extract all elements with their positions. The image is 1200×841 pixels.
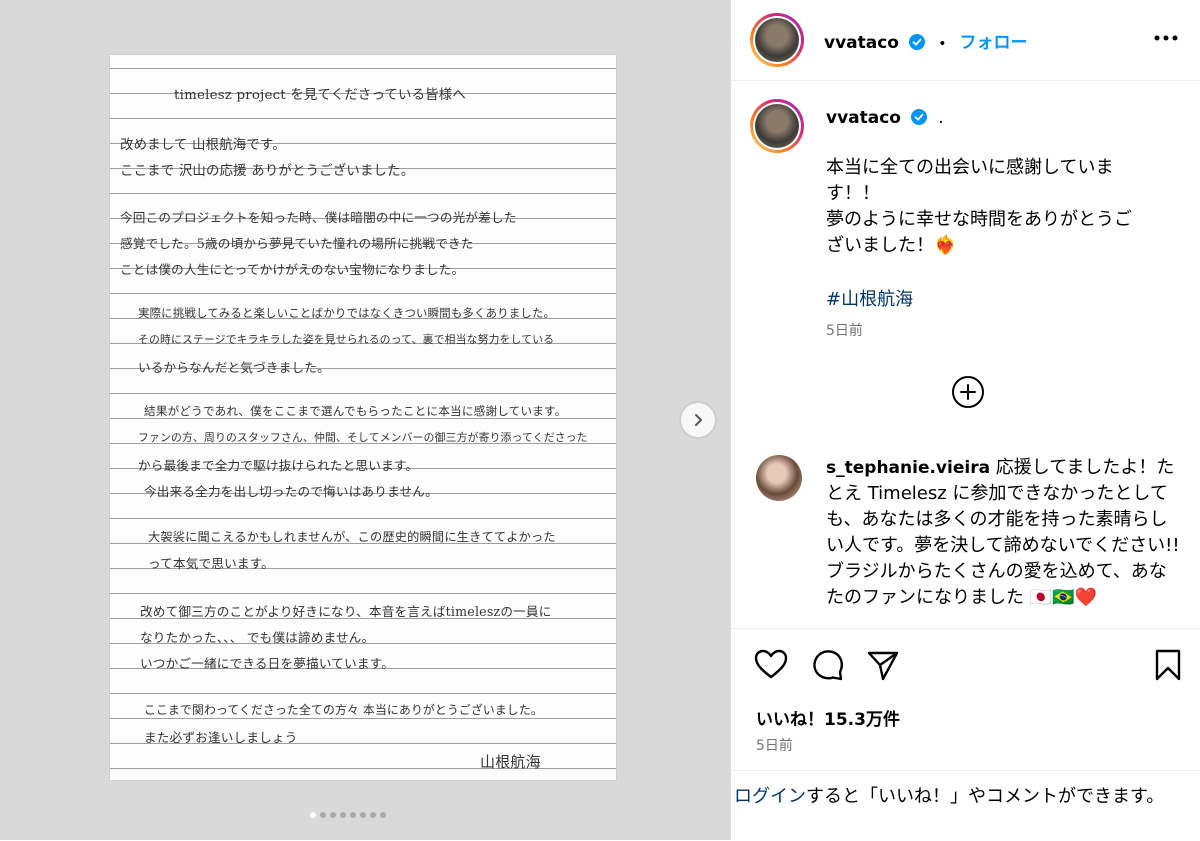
login-prompt: ログインすると「いいね！」やコメントができます。 xyxy=(731,770,1200,841)
save-button[interactable] xyxy=(1150,647,1186,683)
action-bar xyxy=(731,628,1200,701)
username-link[interactable]: vvataco xyxy=(824,33,899,53)
caption-user: vvataco . xyxy=(826,108,944,128)
post-header: vvataco • フォロー xyxy=(731,0,1200,81)
post-timestamp: 5日前 xyxy=(756,738,793,754)
letter-line: 実際に挑戦してみると楽しいことばかりではなくきつい瞬間も多くありました。 xyxy=(138,306,556,320)
share-button[interactable] xyxy=(865,647,901,683)
caption-suffix: . xyxy=(938,108,944,128)
login-text: ログインすると「いいね！」やコメントができます。 xyxy=(734,784,1184,809)
verified-badge-icon xyxy=(909,34,926,50)
caption-timestamp: 5日前 xyxy=(826,323,863,339)
paper-plane-icon xyxy=(867,651,899,681)
comment-bubble-icon xyxy=(813,650,844,681)
load-more-comments-button[interactable] xyxy=(951,375,985,409)
letter-line: ことは僕の人生にとってかけがえのない宝物になりました。 xyxy=(120,262,465,277)
carousel-next-button[interactable] xyxy=(681,403,715,437)
letter-line: 感覚でした。5歳の頃から夢見ていた憧れの場所に挑戦できた xyxy=(120,236,474,251)
carousel-dot xyxy=(350,812,356,818)
caption-username-link[interactable]: vvataco xyxy=(826,108,901,128)
login-link[interactable]: ログイン xyxy=(734,786,806,807)
carousel-dot xyxy=(310,812,316,818)
heart-icon xyxy=(754,649,788,679)
carousel-dot xyxy=(320,812,326,818)
login-rest: すると「いいね！」やコメントができます。 xyxy=(806,786,1165,807)
letter-line: 今出来る全力を出し切ったので悔いはありません。 xyxy=(144,484,438,499)
carousel-dot xyxy=(360,812,366,818)
likes-count[interactable]: いいね！15.3万件 xyxy=(756,705,900,730)
letter-line: その時にステージでキラキラした姿を見せられるのって、裏で相当な努力をしている xyxy=(138,333,555,346)
letter-line: また必ずお逢いしましょう xyxy=(144,730,298,745)
letter-line: 結果がどうであれ、僕をここまで選んでもらったことに本当に感謝しています。 xyxy=(144,404,567,418)
follow-button[interactable]: フォロー xyxy=(960,33,1028,53)
like-button[interactable] xyxy=(753,647,789,683)
bookmark-icon xyxy=(1155,649,1181,681)
letter-line: 大袈裟に聞こえるかもしれませんが、この歴史的瞬間に生きててよかった xyxy=(148,530,556,544)
post-panel: vvataco • フォロー vvataco . 本当に全ての出会いに感謝してい… xyxy=(730,0,1200,840)
more-options-button[interactable] xyxy=(1151,26,1181,50)
separator-dot: • xyxy=(938,36,947,52)
comment-username-link[interactable]: s_tephanie.vieira xyxy=(826,458,990,478)
letter-line: いるからなんだと気づきました。 xyxy=(138,360,330,375)
verified-badge-icon xyxy=(911,109,928,125)
plus-circle-icon xyxy=(952,376,984,408)
letter-line: ファンの方、周りのスタッフさん、仲間、そしてメンバーの御三方が寄り添ってくださっ… xyxy=(138,431,588,444)
carousel-dots xyxy=(310,812,386,818)
letter-line: ここまで関わってくださった全ての方々 本当にありがとうございました。 xyxy=(144,703,543,717)
letter-line: から最後まで全力で駆け抜けられたと思います。 xyxy=(138,458,419,473)
letter-line: timelesz project を見てくださっている皆様へ xyxy=(174,88,466,103)
more-horizontal-icon xyxy=(1154,35,1178,41)
comment-text: 応援してましたよ！たとえ Timelesz に参加できなかったとしても、あなたは… xyxy=(826,457,1180,608)
carousel-dot xyxy=(340,812,346,818)
letter-signature: 山根航海 xyxy=(480,753,541,771)
carousel-dot xyxy=(370,812,376,818)
post-media: timelesz project を見てくださっている皆様へ 改めまして 山根航… xyxy=(0,0,730,840)
caption-avatar[interactable] xyxy=(750,99,804,153)
letter-line: 改めまして 山根航海です。 xyxy=(120,138,286,153)
carousel-dot xyxy=(380,812,386,818)
letter-line: なりたかった、、、 でも僕は諦めません。 xyxy=(140,630,375,645)
comment: s_tephanie.vieira 応援してましたよ！たとえ Timelesz … xyxy=(826,455,1181,611)
carousel-dot xyxy=(330,812,336,818)
letter-line: って本気で思います。 xyxy=(148,556,275,571)
letter-line: いつかご一緒にできる日を夢描いています。 xyxy=(140,656,394,671)
comment-avatar[interactable] xyxy=(756,455,802,501)
caption-text: 本当に全ての出会いに感謝していま す！！ 夢のように幸せな時間をありがとうご ざ… xyxy=(826,157,1132,256)
avatar[interactable] xyxy=(750,13,804,67)
letter-line: 改めて御三方のことがより好きになり、本音を言えばtimeleszの一員に xyxy=(140,604,552,619)
header-user: vvataco • フォロー xyxy=(824,28,1028,53)
letter-line: ここまで 沢山の応援 ありがとうございました。 xyxy=(120,164,415,179)
handwritten-letter-image: timelesz project を見てくださっている皆様へ 改めまして 山根航… xyxy=(110,55,616,780)
hashtag-link[interactable]: #山根航海 xyxy=(826,285,913,311)
chevron-right-icon xyxy=(695,414,702,426)
letter-line: 今回このプロジェクトを知った時、僕は暗闇の中に一つの光が差した xyxy=(120,210,517,225)
comment-button[interactable] xyxy=(810,647,846,683)
